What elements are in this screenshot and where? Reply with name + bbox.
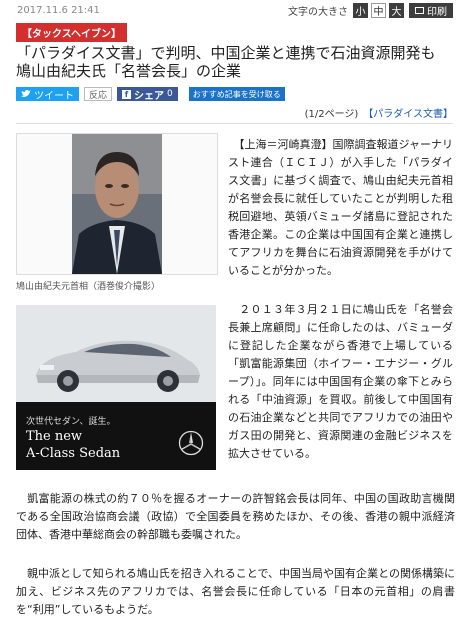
printer-icon (415, 7, 424, 14)
social-bar: ツイート 反応 f シェア 0 おすすめ記事を受け取る (16, 87, 285, 102)
twitter-bird-icon (21, 90, 31, 97)
advertisement[interactable]: ▷ 次世代セダン、誕生。 The new A-Class Sedan (16, 305, 216, 470)
share-count: 0 (167, 89, 173, 99)
tweet-button[interactable]: ツイート (16, 87, 79, 102)
share-label: シェア (134, 90, 165, 102)
brand-logo-icon (178, 430, 204, 456)
car-image (16, 305, 216, 402)
topic-tag-link[interactable]: 【パラダイス文書】 (363, 109, 453, 120)
facebook-icon: f (122, 89, 132, 99)
ad-title-line2: A-Class Sedan (26, 446, 121, 461)
portrait-image (72, 134, 162, 274)
divider (16, 123, 453, 124)
font-size-label: 文字の大きさ (288, 7, 348, 18)
page-indicator: (1/2ページ) (304, 109, 359, 120)
tweet-label: ツイート (34, 90, 74, 102)
article-paragraph-4: 親中派として知られる鳩山氏を招き入れることで、中国当局や国有企業との関係構築に加… (16, 567, 455, 616)
article-photo[interactable] (16, 133, 218, 275)
font-size-small-button[interactable]: 小 (353, 3, 368, 18)
recommend-subscribe-button[interactable]: おすすめ記事を受け取る (188, 87, 285, 101)
ad-tagline: 次世代セダン、誕生。 (26, 417, 116, 427)
font-size-large-button[interactable]: 大 (389, 3, 404, 18)
facebook-share-button[interactable]: f シェア 0 (117, 87, 178, 102)
category-kicker[interactable]: 【タックスヘイブン】 (16, 23, 127, 42)
print-button[interactable]: 印刷 (409, 3, 453, 18)
print-label: 印刷 (427, 7, 447, 18)
article-paragraph-3: 凱富能源の株式の約７０％を握るオーナーの許智銘会長は同年、中国の国政助言機関であ… (16, 492, 455, 541)
article-paragraph-1: 【上海＝河崎真澄】国際調査報道ジャーナリスト連合（ＩＣＩＪ）が入手した「パラダイ… (228, 138, 453, 277)
article-date: 2017.11.6 21:41 (17, 5, 100, 16)
reaction-count-bubble[interactable]: 反応 (84, 87, 113, 101)
article-headline: 「パラダイス文書」で判明、中国企業と連携で石油資源開発も 鳩山由紀夫氏「名誉会長… (16, 44, 451, 80)
font-size-controls: 文字の大きさ 小 中 大 印刷 (288, 3, 453, 18)
font-size-medium-button[interactable]: 中 (371, 3, 386, 18)
page-info: (1/2ページ) 【パラダイス文書】 (305, 105, 453, 120)
article-paragraph-2: ２０１３年３月２１日に鳩山氏を「名誉会長兼上席顧問」に任命したのは、バミューダに… (228, 303, 453, 460)
photo-caption: 鳩山由紀夫元首相（酒巻俊介撮影） (16, 282, 161, 292)
ad-title-line1: The new (26, 429, 83, 444)
